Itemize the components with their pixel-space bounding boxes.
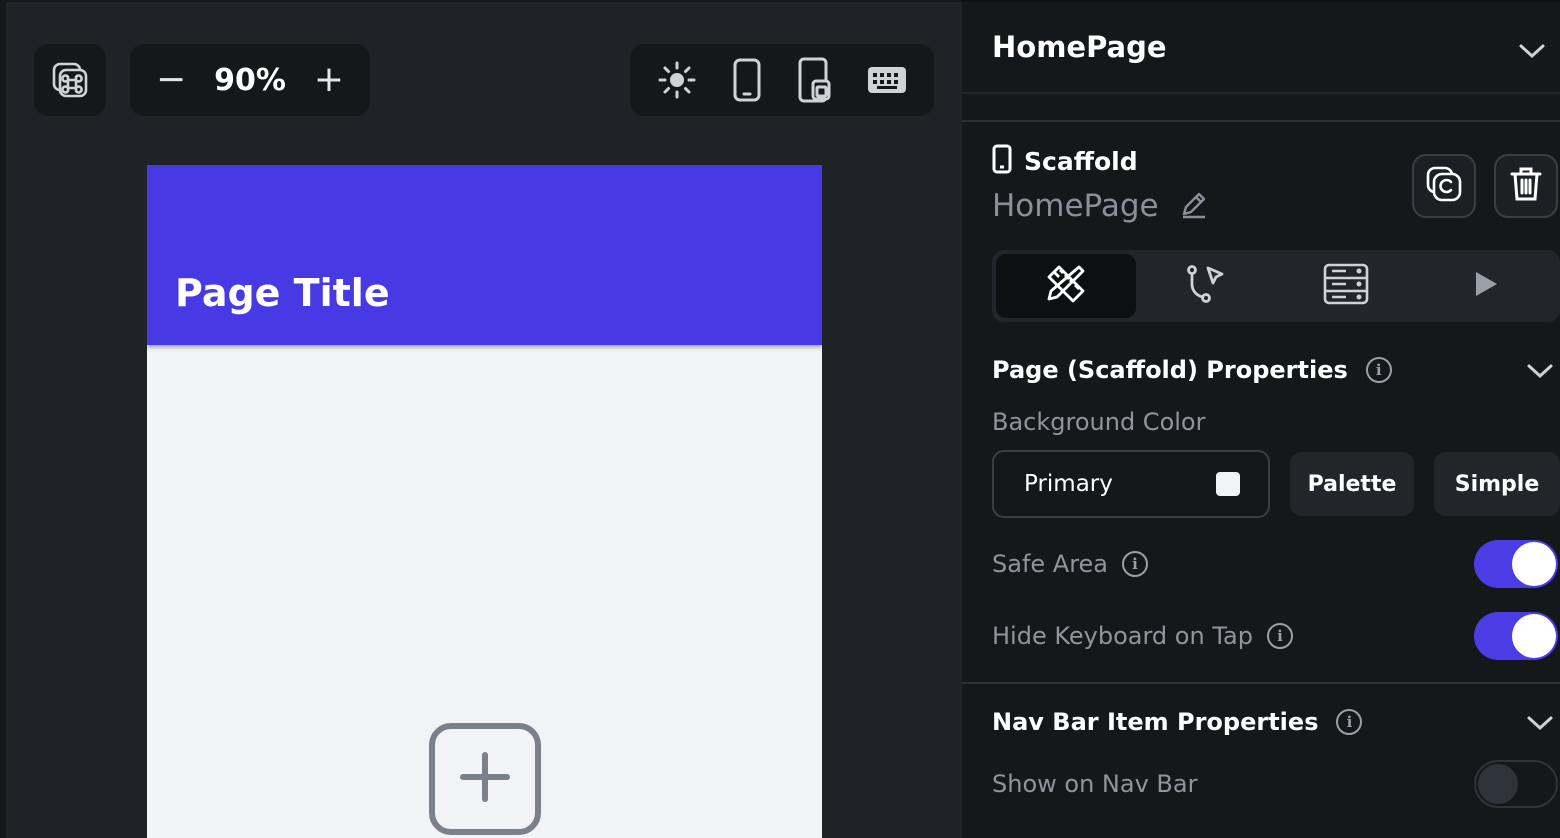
- page-selector-title: HomePage: [992, 30, 1167, 64]
- widget-type-label: Scaffold: [1024, 146, 1138, 176]
- delete-widget-button[interactable]: [1494, 154, 1558, 218]
- phone-icon: [992, 144, 1012, 178]
- sun-icon[interactable]: [657, 60, 697, 100]
- widget-name-row: HomePage: [992, 188, 1209, 224]
- keyboard-icon[interactable]: [867, 65, 907, 95]
- add-widget-icon: [457, 749, 513, 809]
- simple-button[interactable]: Simple: [1434, 452, 1560, 516]
- page-title[interactable]: Page Title: [175, 271, 390, 315]
- play-icon: [1473, 270, 1499, 302]
- show-on-nav-bar-label: Show on Nav Bar: [992, 770, 1198, 798]
- zoom-control: − 90% +: [130, 44, 370, 116]
- action-flow-icon: [1184, 262, 1228, 310]
- safe-area-toggle[interactable]: [1474, 540, 1558, 588]
- server-stack-icon: [1323, 263, 1369, 309]
- chevron-down-icon[interactable]: [1518, 42, 1546, 64]
- chevron-down-icon[interactable]: [1526, 362, 1554, 384]
- device-toolbar: [630, 44, 934, 116]
- safe-area-label: Safe Area: [992, 550, 1109, 578]
- background-color-select[interactable]: Primary: [992, 450, 1270, 518]
- widget-name: HomePage: [992, 188, 1159, 224]
- edit-pencil-icon[interactable]: [1179, 189, 1209, 223]
- trash-icon: [1510, 166, 1542, 206]
- phone-icon[interactable]: [731, 58, 763, 102]
- panel-tabs: [992, 250, 1560, 322]
- copy-icon: [1425, 165, 1463, 207]
- properties-tab[interactable]: [996, 254, 1136, 318]
- section-divider: [962, 682, 1560, 684]
- chevron-down-icon[interactable]: [1526, 714, 1554, 736]
- copy-widget-button[interactable]: [1412, 154, 1476, 218]
- color-swatch: [1216, 472, 1240, 496]
- panel-divider-strip: [962, 94, 1560, 122]
- add-widget-button[interactable]: [429, 723, 541, 835]
- properties-panel: HomePage Scaffold HomePage Page (Scaffol…: [962, 0, 1560, 838]
- hide-keyboard-label: Hide Keyboard on Tap: [992, 622, 1253, 650]
- show-on-nav-bar-toggle[interactable]: [1474, 760, 1558, 808]
- page-properties-title: Page (Scaffold) Properties: [992, 356, 1348, 384]
- backend-query-tab[interactable]: [1276, 254, 1416, 318]
- command-palette-icon[interactable]: [50, 60, 90, 100]
- info-icon[interactable]: i: [1122, 551, 1149, 577]
- app-bar[interactable]: Page Title: [147, 165, 822, 345]
- background-color-value: Primary: [1024, 471, 1113, 497]
- zoom-in-button[interactable]: +: [314, 62, 344, 98]
- page-selector[interactable]: HomePage: [962, 2, 1560, 94]
- palette-button[interactable]: Palette: [1290, 452, 1414, 516]
- nav-bar-properties-header[interactable]: Nav Bar Item Properties i: [992, 708, 1363, 736]
- preview-tab[interactable]: [1416, 254, 1556, 318]
- safe-area-row: Safe Area i: [992, 550, 1149, 578]
- canvas-area: − 90% + Page Title: [0, 0, 962, 838]
- widget-type-row: Scaffold: [992, 144, 1138, 178]
- hide-keyboard-row: Hide Keyboard on Tap i: [992, 622, 1293, 650]
- zoom-out-button[interactable]: −: [156, 62, 186, 98]
- phone-preview[interactable]: Page Title: [147, 165, 822, 838]
- info-icon[interactable]: i: [1336, 709, 1363, 735]
- command-palette-box: [34, 44, 106, 116]
- nav-bar-properties-title: Nav Bar Item Properties: [992, 708, 1319, 736]
- zoom-level: 90%: [214, 62, 286, 98]
- ruler-pencil-icon: [1043, 261, 1089, 311]
- actions-tab[interactable]: [1136, 254, 1276, 318]
- page-properties-header[interactable]: Page (Scaffold) Properties i: [992, 356, 1392, 384]
- hide-keyboard-toggle[interactable]: [1474, 612, 1558, 660]
- background-color-label: Background Color: [992, 408, 1206, 436]
- info-icon[interactable]: i: [1365, 357, 1392, 383]
- tablet-icon[interactable]: [797, 57, 833, 103]
- info-icon[interactable]: i: [1266, 623, 1293, 649]
